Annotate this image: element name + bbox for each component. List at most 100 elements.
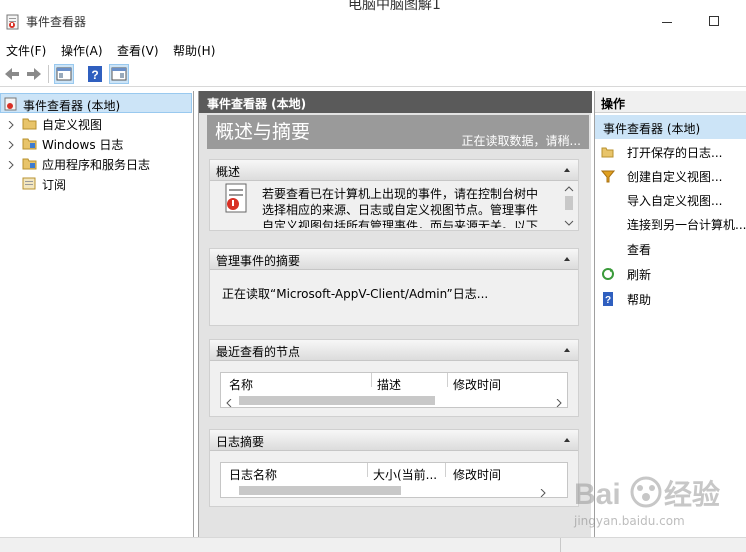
menu-help[interactable]: 帮助(H) — [173, 42, 215, 59]
tree-item-custom-views[interactable]: 自定义视图 — [0, 113, 192, 133]
toolbar: ? — [0, 62, 746, 87]
help-icon: ? — [601, 292, 615, 306]
tree-item-app-service-logs[interactable]: 应用程序和服务日志 — [0, 153, 192, 173]
section-title: 管理事件的摘要 — [216, 254, 301, 268]
event-log-icon — [222, 182, 252, 216]
column-header-name[interactable]: 名称 — [229, 376, 253, 393]
scroll-left-icon[interactable] — [225, 396, 233, 408]
overview-title: 概述与摘要 — [215, 121, 311, 143]
open-folder-icon — [601, 145, 615, 159]
vertical-scrollbar[interactable] — [562, 184, 576, 228]
horizontal-scrollbar[interactable] — [221, 393, 567, 408]
log-summary-grid[interactable]: 日志名称 大小(当前... 修改时间 — [220, 462, 568, 498]
tree-item-label: 事件查看器 (本地) — [23, 99, 121, 113]
folder-log-icon — [22, 156, 37, 170]
center-header: 事件查看器 (本地) — [199, 91, 592, 113]
column-header-modified[interactable]: 修改时间 — [453, 376, 501, 393]
overview-section: 概述 若要查看已在计算机上出现的事件，请在控制台树中选择相应的来源、日志或自定义… — [209, 159, 579, 231]
tree-item-label: 订阅 — [42, 178, 67, 192]
menu-bar: 文件(F) 操作(A) 查看(V) 帮助(H) — [0, 40, 746, 60]
column-header-modified[interactable]: 修改时间 — [453, 466, 501, 483]
event-viewer-app-icon — [6, 14, 20, 30]
baidu-watermark-logo: Bai 经验 jingyan.baidu.com — [574, 470, 742, 536]
horizontal-scrollbar[interactable] — [221, 483, 567, 498]
action-refresh[interactable]: 刷新 — [595, 263, 746, 285]
svg-text:?: ? — [91, 68, 98, 82]
maximize-button[interactable] — [703, 12, 727, 32]
loading-status: 正在读取数据，请稍... — [461, 134, 581, 148]
filter-icon — [600, 169, 616, 183]
show-hide-tree-icon[interactable] — [54, 64, 74, 84]
section-header[interactable]: 最近查看的节点 — [210, 340, 578, 361]
overview-banner: 概述与摘要 正在读取数据，请稍... — [207, 115, 589, 149]
collapse-icon[interactable] — [564, 257, 570, 261]
tree-item-windows-logs[interactable]: Windows 日志 — [0, 133, 192, 153]
scroll-right-icon[interactable] — [555, 396, 563, 408]
menu-view[interactable]: 查看(V) — [117, 42, 159, 59]
log-summary-section: 日志摘要 日志名称 大小(当前... 修改时间 — [209, 429, 579, 507]
tree-item-label: 自定义视图 — [42, 118, 103, 132]
action-view[interactable]: 查看 — [595, 238, 746, 260]
section-header[interactable]: 概述 — [210, 160, 578, 181]
section-title: 最近查看的节点 — [216, 345, 301, 359]
action-label: 创建自定义视图... — [627, 170, 723, 184]
forward-arrow-icon[interactable] — [24, 64, 44, 84]
action-label: 打开保存的日志... — [627, 146, 723, 160]
chevron-right-icon[interactable] — [7, 138, 15, 150]
action-label: 刷新 — [627, 268, 652, 282]
column-header-log-name[interactable]: 日志名称 — [229, 466, 277, 483]
chevron-right-icon[interactable] — [7, 158, 15, 170]
actions-scope-label: 事件查看器 (本地) — [603, 122, 701, 136]
recent-nodes-grid[interactable]: 名称 描述 修改时间 — [220, 372, 568, 408]
scroll-thumb[interactable] — [239, 396, 435, 405]
window-title: 事件查看器 — [26, 15, 87, 29]
console-tree: 事件查看器 (本地) 自定义视图 Windows 日志 应用程序和服务日志 订阅 — [0, 91, 194, 537]
section-title: 概述 — [216, 165, 241, 179]
action-import-custom-view[interactable]: 导入自定义视图... — [595, 189, 746, 211]
action-help[interactable]: ? 帮助 — [595, 288, 746, 310]
collapse-icon[interactable] — [564, 348, 570, 352]
actions-scope-item[interactable]: 事件查看器 (本地) — [595, 115, 746, 139]
action-label: 导入自定义视图... — [627, 194, 723, 208]
column-header-size[interactable]: 大小(当前... — [373, 466, 437, 483]
tree-item-subscriptions[interactable]: 订阅 — [0, 173, 192, 193]
collapse-icon[interactable] — [564, 438, 570, 442]
folder-log-icon — [22, 136, 37, 150]
scroll-thumb[interactable] — [239, 486, 401, 495]
menu-action[interactable]: 操作(A) — [61, 42, 103, 59]
svg-text:Bai: Bai — [574, 478, 621, 511]
admin-loading-status: 正在读取“Microsoft-AppV-Client/Admin”日志... — [222, 287, 489, 301]
recent-nodes-section: 最近查看的节点 名称 描述 修改时间 — [209, 339, 579, 417]
back-arrow-icon[interactable] — [2, 64, 22, 84]
tree-item-root[interactable]: 事件查看器 (本地) — [0, 93, 192, 113]
svg-text:?: ? — [605, 295, 611, 306]
center-header-title: 事件查看器 (本地) — [207, 97, 307, 111]
action-label: 帮助 — [627, 293, 652, 307]
help-icon[interactable]: ? — [85, 64, 105, 84]
overview-description: 若要查看已在计算机上出现的事件，请在控制台树中选择相应的来源、日志或自定义视图节… — [262, 187, 539, 228]
admin-events-section: 管理事件的摘要 正在读取“Microsoft-AppV-Client/Admin… — [209, 248, 579, 326]
minimize-button[interactable] — [655, 12, 679, 32]
collapse-icon[interactable] — [564, 168, 570, 172]
tree-item-label: Windows 日志 — [42, 138, 124, 152]
refresh-icon — [601, 267, 615, 281]
section-header[interactable]: 管理事件的摘要 — [210, 249, 578, 270]
column-separator — [447, 373, 448, 387]
action-label: 连接到另一台计算机... — [627, 218, 746, 232]
toolbar-separator — [48, 65, 49, 83]
actions-header: 操作 — [595, 91, 746, 113]
action-connect-computer[interactable]: 连接到另一台计算机... — [595, 213, 746, 235]
watermark-url: jingyan.baidu.com — [574, 514, 685, 528]
section-title: 日志摘要 — [216, 435, 265, 449]
action-open-saved-log[interactable]: 打开保存的日志... — [595, 141, 746, 163]
column-header-description[interactable]: 描述 — [377, 376, 401, 393]
chevron-right-icon[interactable] — [7, 118, 15, 130]
event-viewer-icon — [4, 97, 19, 111]
scroll-right-icon[interactable] — [539, 486, 547, 498]
menu-file[interactable]: 文件(F) — [6, 42, 46, 59]
status-separator — [560, 538, 561, 552]
action-create-custom-view[interactable]: 创建自定义视图... — [595, 165, 746, 187]
tree-item-label: 应用程序和服务日志 — [42, 158, 151, 172]
show-hide-actions-icon[interactable] — [109, 64, 129, 84]
section-header[interactable]: 日志摘要 — [210, 430, 578, 451]
